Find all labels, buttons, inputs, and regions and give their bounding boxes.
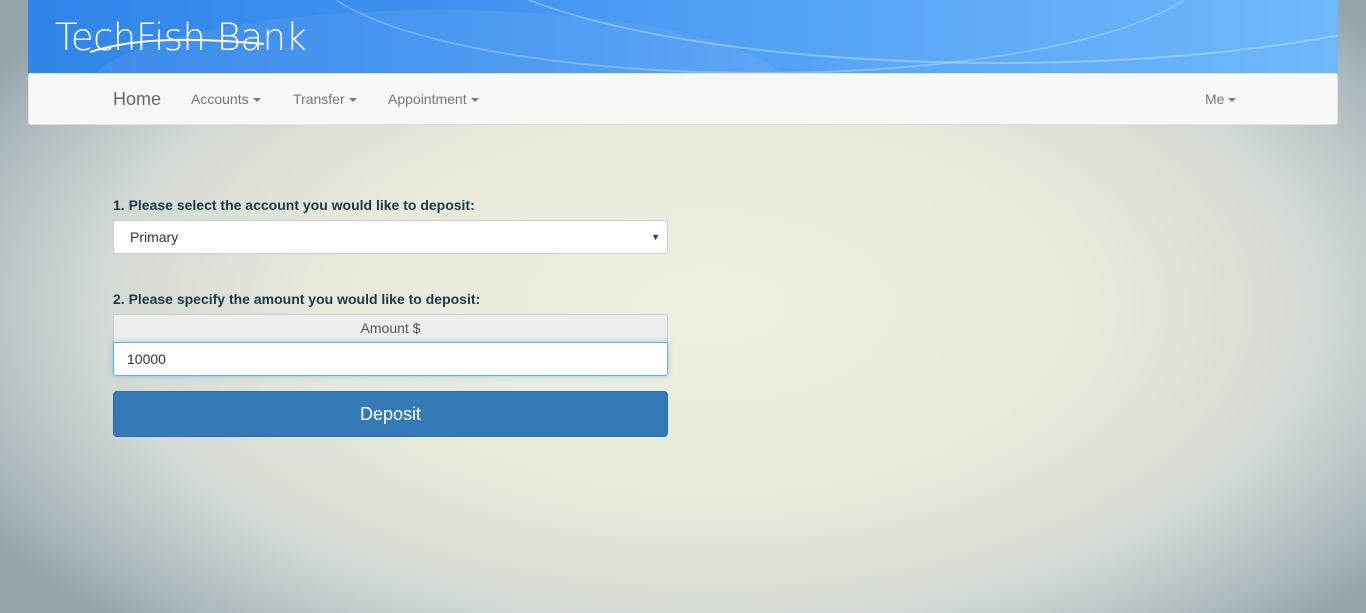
caret-down-icon <box>470 98 479 103</box>
account-select[interactable]: Primary ▼ <box>113 220 668 254</box>
nav-appointment-label: Appointment <box>388 91 467 107</box>
account-select-value: Primary <box>130 229 179 245</box>
nav-home-label: Home <box>113 89 162 109</box>
amount-input[interactable]: 10000 <box>113 342 668 376</box>
header-banner: TechFish Bank <box>28 0 1338 73</box>
nav-me-label: Me <box>1205 91 1225 107</box>
nav-accounts-label: Accounts <box>191 91 249 107</box>
nav-home[interactable]: Home <box>113 74 161 124</box>
caret-down-icon <box>348 98 357 103</box>
caret-down-icon <box>252 98 261 103</box>
amount-label: 2. Please specify the amount you would l… <box>113 291 481 307</box>
amount-addon: Amount $ <box>113 314 668 342</box>
top-navbar: Home Accounts Transfer Appointment Me <box>28 73 1338 125</box>
caret-down-icon <box>1228 98 1237 103</box>
amount-input-value: 10000 <box>127 351 166 367</box>
nav-transfer-dropdown[interactable]: Transfer <box>293 74 357 124</box>
account-select-label: 1. Please select the account you would l… <box>113 197 475 213</box>
deposit-button[interactable]: Deposit <box>113 391 668 437</box>
select-arrow-icon: ▼ <box>651 232 660 242</box>
nav-appointment-dropdown[interactable]: Appointment <box>388 74 479 124</box>
brand-swoosh-icon <box>89 38 265 53</box>
nav-me-dropdown[interactable]: Me <box>1205 74 1237 124</box>
nav-transfer-label: Transfer <box>293 91 345 107</box>
nav-accounts-dropdown[interactable]: Accounts <box>191 74 261 124</box>
